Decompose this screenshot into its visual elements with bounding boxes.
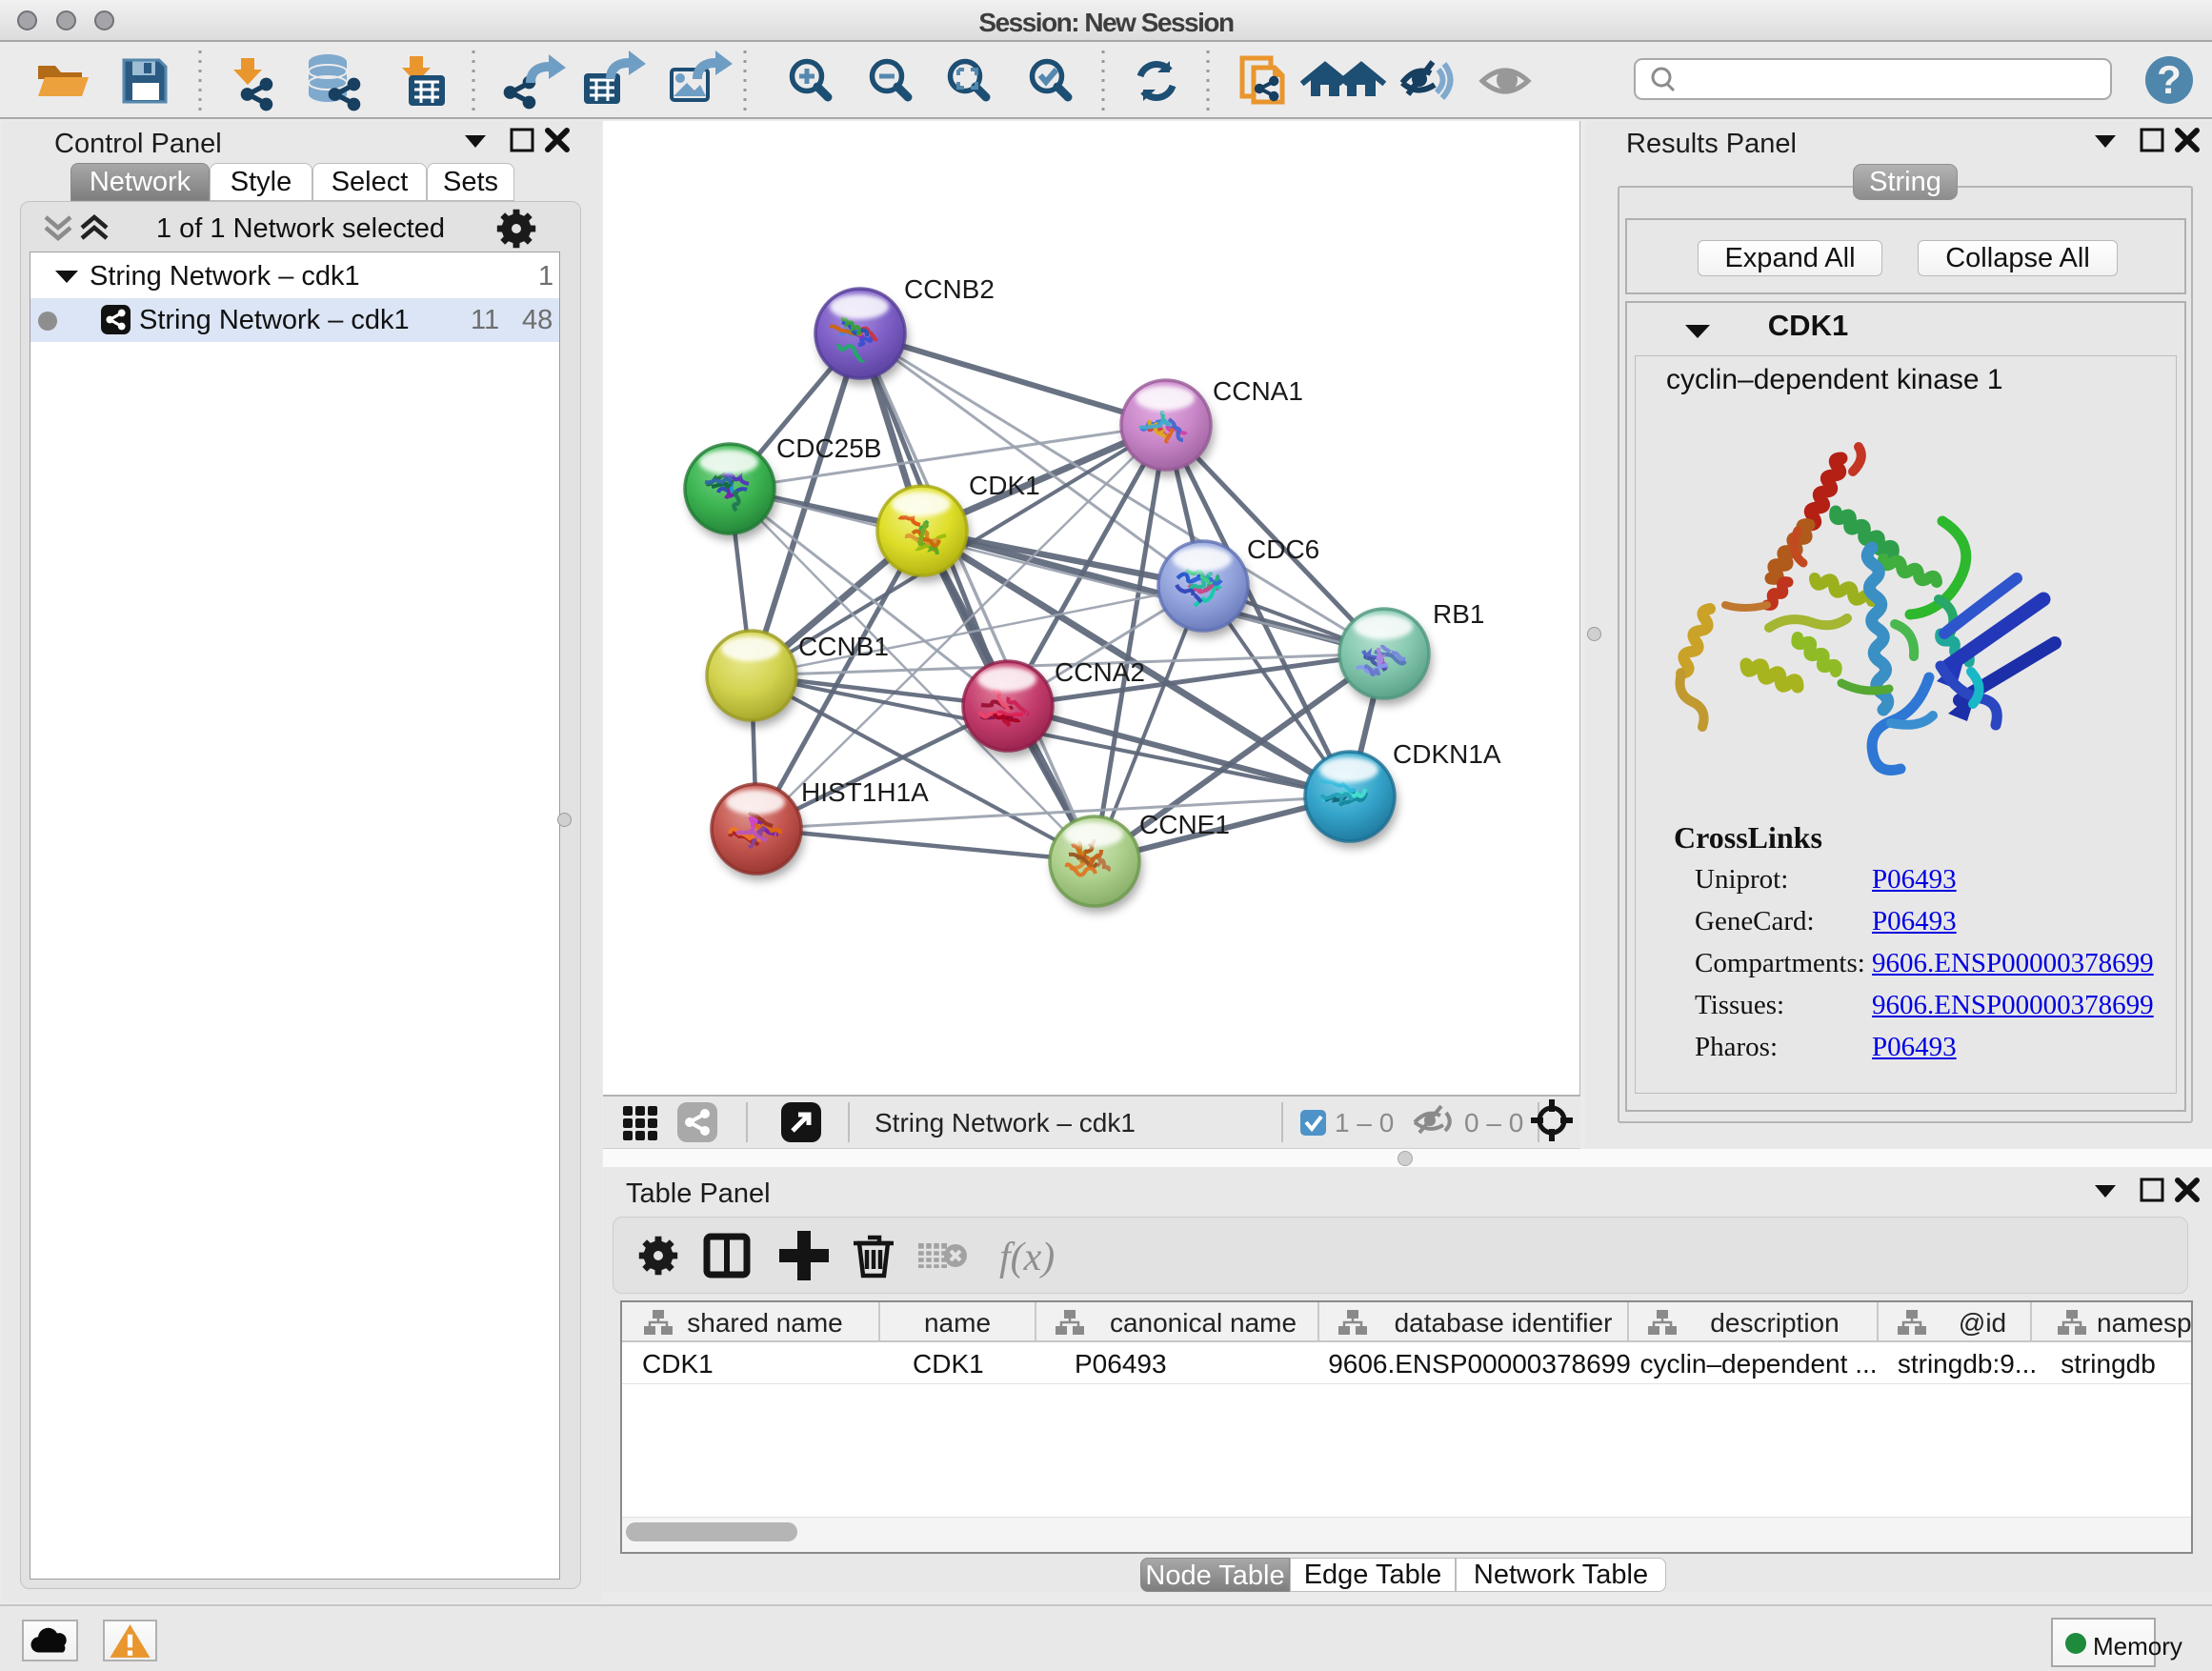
svg-text:1 – 0: 1 – 0 [1335,1108,1394,1137]
svg-text:database identifier: database identifier [1395,1308,1613,1338]
svg-text:namespace: namespace [2097,1308,2191,1338]
svg-text:stringdb:9...: stringdb:9... [1898,1349,2037,1379]
svg-text:@id: @id [1959,1308,2006,1338]
svg-text:CDK1: CDK1 [913,1349,984,1379]
svg-text:cyclin–dependent ...: cyclin–dependent ... [1639,1349,1877,1379]
svg-text:CDKN1A: CDKN1A [1393,739,1501,769]
svg-text:CCNB2: CCNB2 [904,274,995,304]
svg-text:RB1: RB1 [1433,599,1484,629]
svg-text:CDK1: CDK1 [642,1349,714,1379]
svg-text:String Network – cdk1: String Network – cdk1 [875,1108,1136,1137]
svg-text:description: description [1710,1308,1839,1338]
svg-text:CDC6: CDC6 [1247,534,1319,564]
svg-text:stringdb: stringdb [2061,1349,2156,1379]
svg-text:CCNB1: CCNB1 [798,632,889,661]
svg-text:P06493: P06493 [1075,1349,1167,1379]
svg-text:CDK1: CDK1 [969,471,1040,500]
svg-text:CCNE1: CCNE1 [1139,810,1230,839]
svg-text:canonical name: canonical name [1110,1308,1297,1338]
svg-text:f(x): f(x) [999,1236,1055,1279]
svg-text:CCNA1: CCNA1 [1213,376,1303,406]
svg-text:CDC25B: CDC25B [776,433,881,463]
svg-text:shared name: shared name [687,1308,842,1338]
svg-text:?: ? [2157,57,2182,102]
svg-text:name: name [924,1308,991,1338]
svg-text:HIST1H1A: HIST1H1A [801,777,929,807]
svg-text:9606.ENSP00000378699: 9606.ENSP00000378699 [1328,1349,1631,1379]
svg-text:0 – 0: 0 – 0 [1464,1108,1523,1137]
svg-text:CCNA2: CCNA2 [1055,657,1145,687]
